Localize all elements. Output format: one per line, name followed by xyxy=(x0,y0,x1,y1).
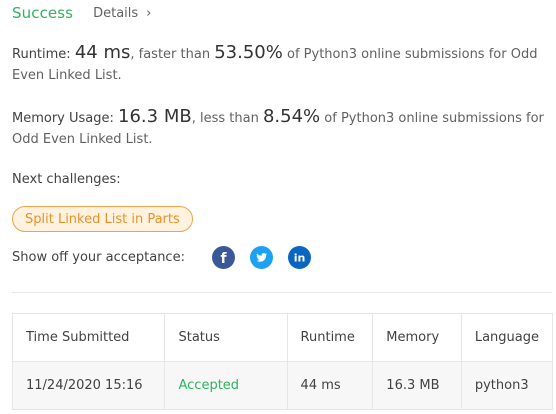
column-header[interactable]: Language xyxy=(460,313,554,362)
linkedin-icon[interactable]: in xyxy=(288,246,311,269)
challenge-split-linked-list-button[interactable]: Split Linked List in Parts xyxy=(12,206,193,232)
memory-value: 16.3 MB xyxy=(118,106,192,127)
memory-label: Memory Usage: xyxy=(12,111,114,126)
submissions-table: Time Submitted Status Runtime Memory Lan… xyxy=(11,313,554,410)
section-divider xyxy=(12,292,552,293)
language-cell: python3 xyxy=(460,361,554,410)
next-challenges-label: Next challenges: xyxy=(12,172,121,187)
time-submitted-cell: 11/24/2020 15:16 xyxy=(11,361,166,410)
runtime-percent: 53.50% xyxy=(214,42,283,63)
memory-percent: 8.54% xyxy=(262,106,321,127)
details-link[interactable]: Details › xyxy=(93,6,151,21)
result-header: Success Details › xyxy=(12,3,151,23)
details-label: Details xyxy=(93,5,139,21)
runtime-stat: Runtime: 44 ms, faster than 53.50% of Py… xyxy=(12,42,546,86)
memory-cell: 16.3 MB xyxy=(372,361,462,410)
share-icons: f in xyxy=(212,246,311,269)
runtime-cell: 44 ms xyxy=(286,361,374,410)
memory-comparison: , less than xyxy=(191,111,259,126)
svg-text:in: in xyxy=(294,252,306,265)
status-link[interactable]: Accepted xyxy=(164,361,288,410)
table-row[interactable]: 11/24/2020 15:16 Accepted 44 ms 16.3 MB … xyxy=(11,361,554,410)
runtime-comparison: , faster than xyxy=(130,47,211,62)
column-header[interactable]: Memory xyxy=(372,313,462,362)
table-header-row: Time Submitted Status Runtime Memory Lan… xyxy=(11,313,554,362)
runtime-value: 44 ms xyxy=(74,42,131,63)
column-header[interactable]: Status xyxy=(164,313,288,362)
column-header[interactable]: Time Submitted xyxy=(11,313,166,362)
memory-stat: Memory Usage: 16.3 MB, less than 8.54% o… xyxy=(12,106,546,150)
runtime-label: Runtime: xyxy=(12,47,71,62)
share-label: Show off your acceptance: xyxy=(12,250,185,265)
facebook-icon[interactable]: f xyxy=(212,246,235,269)
column-header[interactable]: Runtime xyxy=(286,313,374,362)
svg-text:f: f xyxy=(220,251,227,267)
twitter-icon[interactable] xyxy=(250,246,273,269)
status-title: Success xyxy=(12,4,74,22)
chevron-right-icon: › xyxy=(146,5,152,21)
